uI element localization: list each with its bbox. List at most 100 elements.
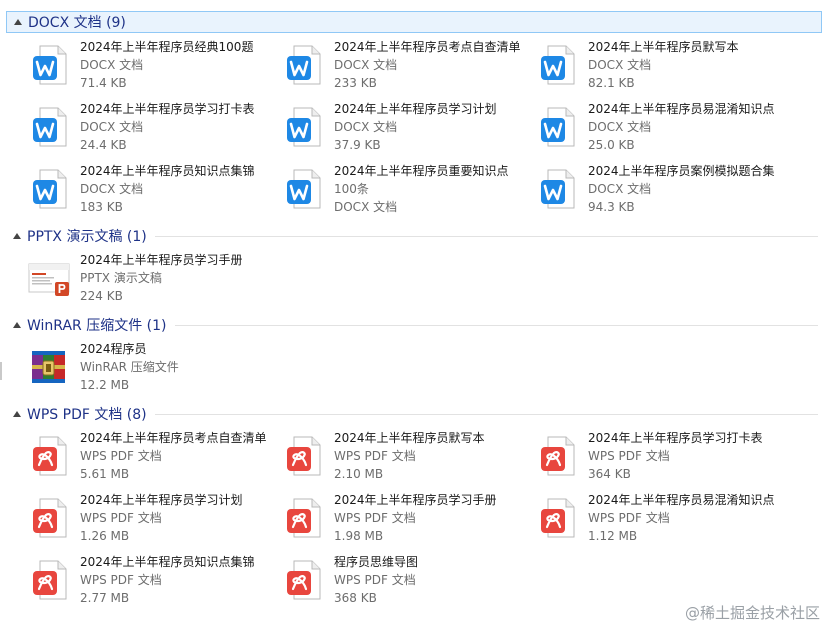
file-item[interactable]: 2024年上半年程序员重要知识点 100条 DOCX 文档 — [262, 162, 512, 220]
file-name: 2024年上半年程序员经典100题 — [80, 40, 254, 54]
file-type: DOCX 文档 — [588, 58, 652, 72]
file-size: 364 KB — [588, 467, 631, 481]
file-type: WPS PDF 文档 — [588, 449, 670, 463]
wps-pdf-icon — [28, 496, 72, 540]
group-divider — [174, 324, 818, 326]
group-title: DOCX 文档 (9) — [28, 15, 126, 31]
pptx-thumbnail-icon — [28, 256, 72, 300]
group-header[interactable]: WinRAR 压缩文件 (1) — [6, 314, 822, 336]
wps-pdf-icon — [536, 434, 580, 478]
file-name: 2024年上半年程序员学习打卡表 — [80, 102, 255, 116]
file-size: 1.26 MB — [80, 529, 130, 543]
file-item[interactable]: 2024程序员 WinRAR 压缩文件 12.2 MB — [8, 340, 258, 398]
file-size: 12.2 MB — [80, 378, 130, 392]
word-doc-icon — [536, 105, 580, 149]
group-divider — [154, 413, 818, 415]
file-size: 368 KB — [334, 591, 377, 605]
file-type: WPS PDF 文档 — [80, 573, 162, 587]
file-item[interactable]: 2024年上半年程序员考点自查清单 WPS PDF 文档 5.61 MB — [8, 429, 267, 487]
file-item[interactable]: 2024年上半年程序员考点自查清单 DOCX 文档 233 KB — [262, 38, 521, 96]
group-header[interactable]: WPS PDF 文档 (8) — [6, 403, 822, 425]
file-item[interactable]: 2024年上半年程序员易混淆知识点 DOCX 文档 25.0 KB — [516, 100, 775, 158]
file-item[interactable]: 程序员思维导图 WPS PDF 文档 368 KB — [262, 553, 512, 611]
file-name: 2024年上半年程序员默写本 — [334, 431, 485, 445]
file-name: 2024年上半年程序员默写本 — [588, 40, 739, 54]
file-item[interactable]: 2024年上半年程序员学习手册 PPTX 演示文稿 224 KB — [8, 251, 258, 309]
file-type: WinRAR 压缩文件 — [80, 360, 179, 374]
word-doc-icon — [28, 105, 72, 149]
file-name: 2024年上半年程序员易混淆知识点 — [588, 102, 775, 116]
file-type: 100条 — [334, 182, 369, 196]
file-type: DOCX 文档 — [80, 120, 144, 134]
group-divider — [134, 22, 817, 23]
group-header[interactable]: PPTX 演示文稿 (1) — [6, 225, 822, 247]
word-doc-icon — [282, 167, 326, 211]
file-type: DOCX 文档 — [588, 182, 652, 196]
file-name: 2024年上半年程序员知识点集锦 — [80, 555, 255, 569]
file-size: 2.77 MB — [80, 591, 130, 605]
file-type: WPS PDF 文档 — [80, 449, 162, 463]
word-doc-icon — [282, 43, 326, 87]
file-name: 2024年上半年程序员学习手册 — [80, 253, 243, 267]
collapse-triangle-icon[interactable] — [14, 19, 22, 25]
file-name: 2024年上半年程序员考点自查清单 — [334, 40, 521, 54]
group-title: WinRAR 压缩文件 (1) — [27, 318, 167, 334]
file-name: 程序员思维导图 — [334, 555, 419, 569]
file-type: DOCX 文档 — [80, 58, 144, 72]
resize-handle[interactable] — [0, 362, 2, 380]
collapse-triangle-icon[interactable] — [13, 322, 21, 328]
wps-pdf-icon — [536, 496, 580, 540]
wps-pdf-icon — [282, 434, 326, 478]
word-doc-icon — [536, 167, 580, 211]
file-item[interactable]: 2024年上半年程序员经典100题 DOCX 文档 71.4 KB — [8, 38, 258, 96]
word-doc-icon — [536, 43, 580, 87]
group-header[interactable]: DOCX 文档 (9) — [6, 11, 822, 33]
file-size: 183 KB — [80, 200, 123, 214]
file-type: DOCX 文档 — [334, 58, 398, 72]
file-item[interactable]: 2024年上半年程序员知识点集锦 WPS PDF 文档 2.77 MB — [8, 553, 258, 611]
file-name: 2024上半年程序员案例模拟题合集 — [588, 164, 775, 178]
file-item[interactable]: 2024年上半年程序员知识点集锦 DOCX 文档 183 KB — [8, 162, 258, 220]
file-name: 2024年上半年程序员知识点集锦 — [80, 164, 255, 178]
wps-pdf-icon — [282, 558, 326, 602]
collapse-triangle-icon[interactable] — [13, 411, 21, 417]
file-size: 2.10 MB — [334, 467, 384, 481]
file-size: 5.61 MB — [80, 467, 130, 481]
file-type: DOCX 文档 — [80, 182, 144, 196]
file-type: DOCX 文档 — [588, 120, 652, 134]
file-size: 82.1 KB — [588, 76, 635, 90]
file-name: 2024年上半年程序员学习计划 — [80, 493, 243, 507]
file-size: 1.12 MB — [588, 529, 638, 543]
group-title: WPS PDF 文档 (8) — [27, 407, 147, 423]
file-name: 2024年上半年程序员重要知识点 — [334, 164, 509, 178]
file-item[interactable]: 2024年上半年程序员易混淆知识点 WPS PDF 文档 1.12 MB — [516, 491, 775, 549]
file-type: WPS PDF 文档 — [334, 449, 416, 463]
file-size: 71.4 KB — [80, 76, 127, 90]
file-item[interactable]: 2024年上半年程序员学习计划 WPS PDF 文档 1.26 MB — [8, 491, 258, 549]
watermark: @稀土掘金技术社区 — [684, 604, 820, 622]
file-name: 2024年上半年程序员易混淆知识点 — [588, 493, 775, 507]
file-size: DOCX 文档 — [334, 200, 398, 214]
winrar-archive-icon — [28, 345, 72, 389]
file-size: 24.4 KB — [80, 138, 127, 152]
collapse-triangle-icon[interactable] — [13, 233, 21, 239]
file-size: 94.3 KB — [588, 200, 635, 214]
wps-pdf-icon — [28, 558, 72, 602]
file-item[interactable]: 2024年上半年程序员默写本 WPS PDF 文档 2.10 MB — [262, 429, 512, 487]
wps-pdf-icon — [28, 434, 72, 478]
wps-pdf-icon — [282, 496, 326, 540]
file-size: 25.0 KB — [588, 138, 635, 152]
group-divider — [154, 235, 818, 237]
file-name: 2024年上半年程序员学习计划 — [334, 102, 497, 116]
file-item[interactable]: 2024年上半年程序员学习打卡表 WPS PDF 文档 364 KB — [516, 429, 766, 487]
file-item[interactable]: 2024上半年程序员案例模拟题合集 DOCX 文档 94.3 KB — [516, 162, 775, 220]
file-size: 1.98 MB — [334, 529, 384, 543]
file-item[interactable]: 2024年上半年程序员学习计划 DOCX 文档 37.9 KB — [262, 100, 512, 158]
file-type: DOCX 文档 — [334, 120, 398, 134]
file-item[interactable]: 2024年上半年程序员学习打卡表 DOCX 文档 24.4 KB — [8, 100, 258, 158]
file-name: 2024年上半年程序员学习打卡表 — [588, 431, 763, 445]
word-doc-icon — [28, 167, 72, 211]
file-item[interactable]: 2024年上半年程序员默写本 DOCX 文档 82.1 KB — [516, 38, 766, 96]
file-type: WPS PDF 文档 — [334, 573, 416, 587]
file-item[interactable]: 2024年上半年程序员学习手册 WPS PDF 文档 1.98 MB — [262, 491, 512, 549]
